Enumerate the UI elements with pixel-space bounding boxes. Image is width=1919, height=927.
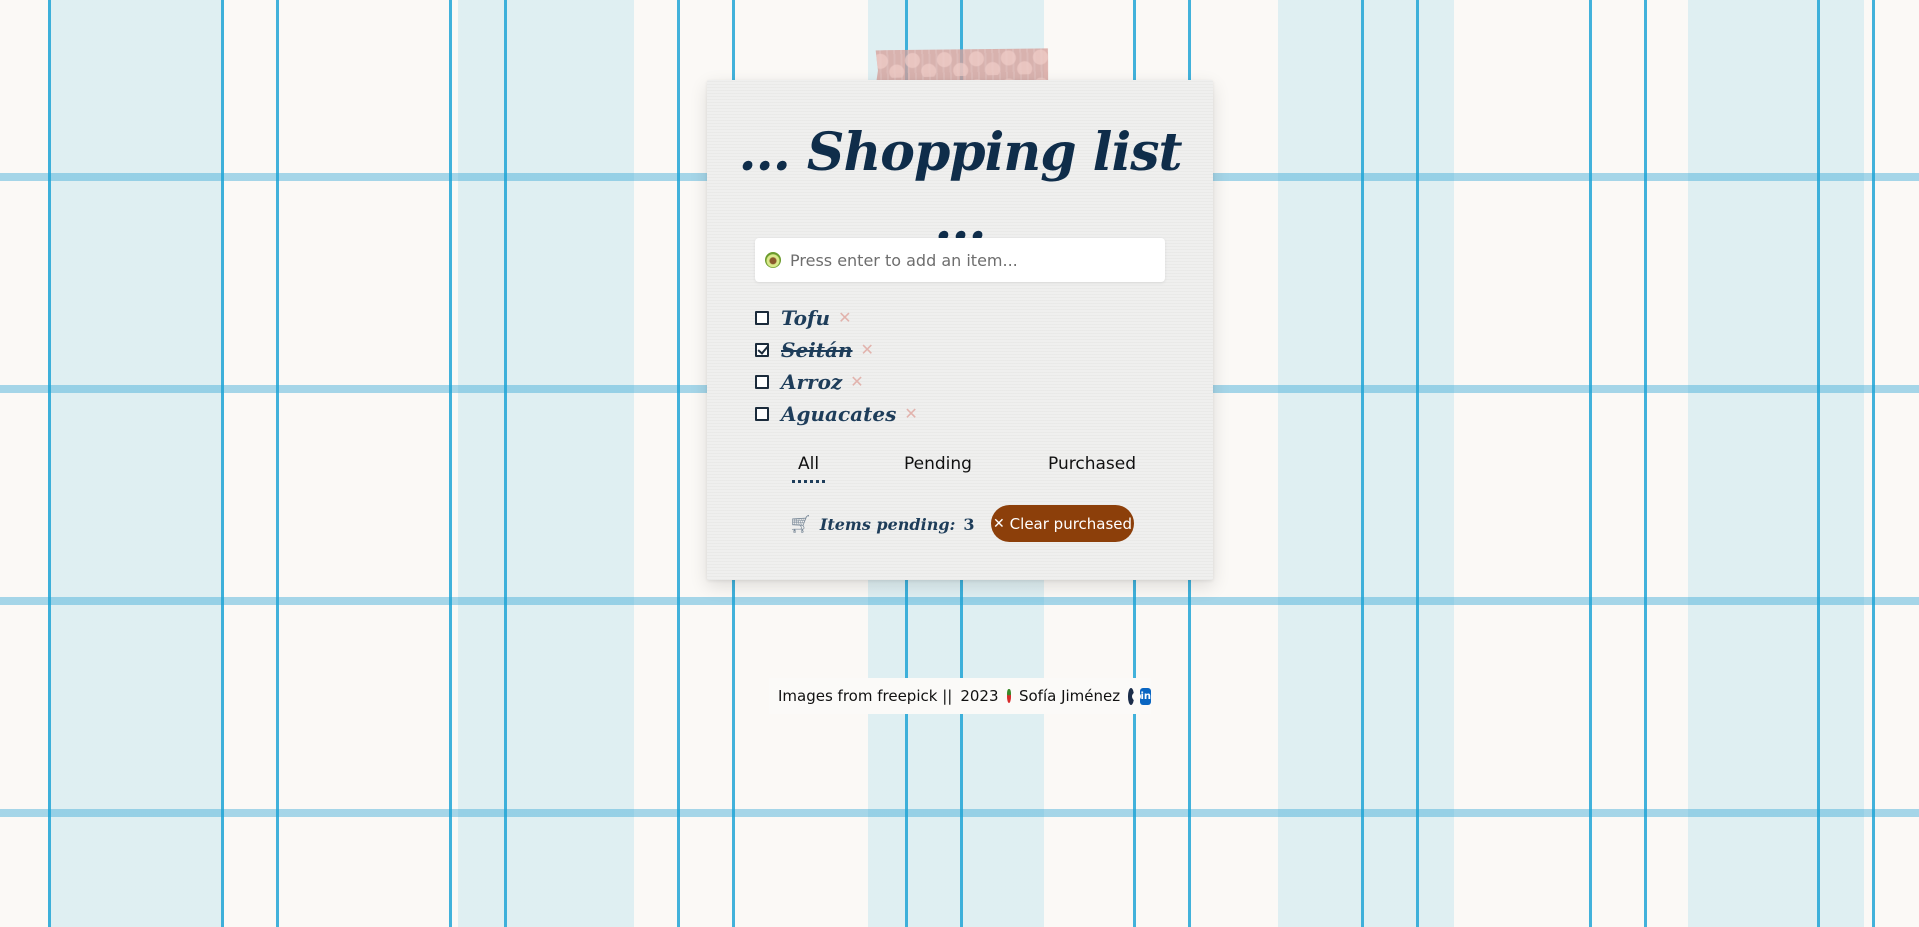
footer-credits: Images from freepick || bbox=[778, 687, 953, 705]
add-item-input[interactable] bbox=[790, 250, 1150, 270]
list-item: Seitán ✕ bbox=[755, 334, 918, 366]
item-checkbox[interactable] bbox=[755, 343, 769, 357]
filter-pending[interactable]: Pending bbox=[898, 454, 978, 480]
shopping-list: Tofu ✕ Seitán ✕ Arroz ✕ Aguacates ✕ bbox=[755, 302, 918, 430]
clear-purchased-label: Clear purchased bbox=[1009, 514, 1133, 533]
strawberry-icon bbox=[1006, 689, 1011, 703]
list-item: Arroz ✕ bbox=[755, 366, 918, 398]
pending-summary: 🛒︎ Items pending: 3 bbox=[789, 511, 975, 537]
filter-purchased[interactable]: Purchased bbox=[1042, 454, 1142, 480]
filter-tabs: All Pending Purchased bbox=[707, 454, 1213, 484]
clear-purchased-button[interactable]: ✕ Clear purchased bbox=[991, 505, 1134, 542]
delete-icon[interactable]: ✕ bbox=[850, 374, 863, 390]
pending-label: Items pending: bbox=[819, 514, 956, 534]
item-label: Tofu bbox=[781, 306, 831, 330]
pending-count: 3 bbox=[963, 514, 975, 534]
footer-author: Sofía Jiménez bbox=[1018, 687, 1121, 705]
page-title: ... Shopping list ... bbox=[738, 122, 1182, 253]
item-label: Aguacates bbox=[781, 402, 897, 426]
footer: Images from freepick || 2023 Sofía Jimén… bbox=[769, 678, 1151, 714]
item-checkbox[interactable] bbox=[755, 375, 769, 389]
add-item-box[interactable] bbox=[755, 238, 1165, 282]
delete-icon[interactable]: ✕ bbox=[904, 406, 917, 422]
github-icon[interactable] bbox=[1128, 687, 1142, 705]
footer-year: 2023 bbox=[960, 687, 999, 705]
delete-icon[interactable]: ✕ bbox=[838, 310, 851, 326]
item-checkbox[interactable] bbox=[755, 311, 769, 325]
filter-all[interactable]: All bbox=[792, 454, 826, 483]
item-label: Seitán bbox=[781, 338, 853, 362]
avocado-icon bbox=[765, 252, 781, 268]
close-icon: ✕ bbox=[992, 515, 1005, 532]
item-checkbox[interactable] bbox=[755, 407, 769, 421]
cart-icon: 🛒︎ bbox=[789, 513, 812, 535]
item-label: Arroz bbox=[781, 370, 843, 394]
list-item: Tofu ✕ bbox=[755, 302, 918, 334]
delete-icon[interactable]: ✕ bbox=[861, 342, 874, 358]
linkedin-icon[interactable]: in bbox=[1140, 687, 1151, 705]
list-item: Aguacates ✕ bbox=[755, 398, 918, 430]
